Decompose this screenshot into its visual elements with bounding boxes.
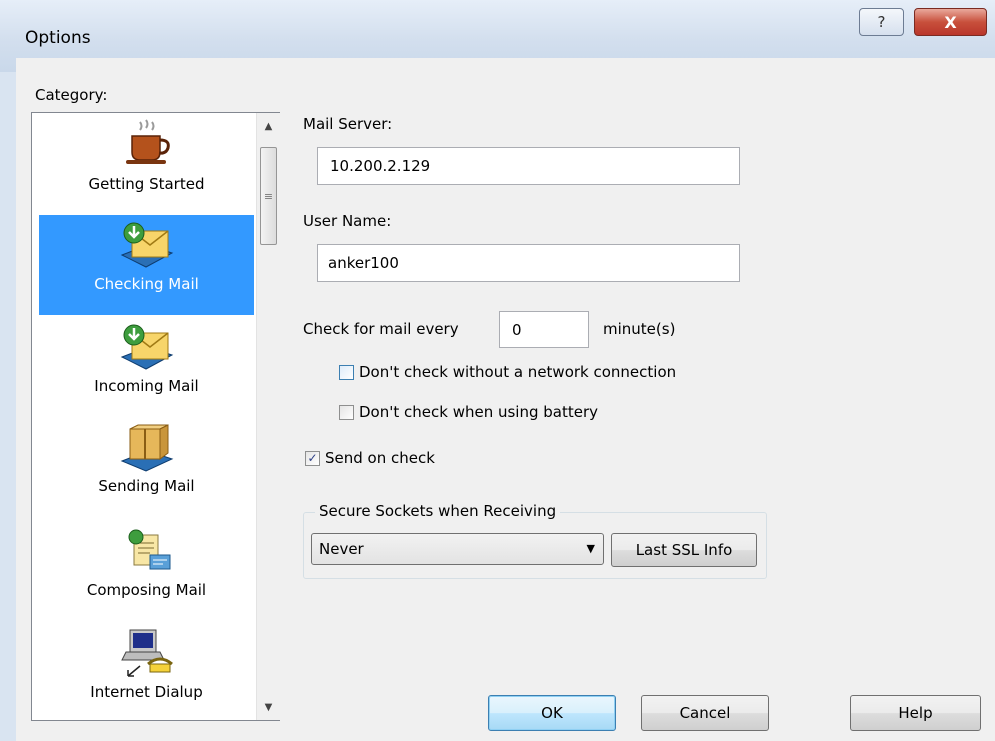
secure-sockets-dropdown[interactable]: Never ▼ [311,533,604,565]
scroll-down-arrow-icon[interactable]: ▼ [257,696,280,718]
category-item-label: Composing Mail [86,581,207,599]
no-network-checkbox-row[interactable]: Don't check without a network connection [339,363,676,381]
category-item-getting-started[interactable]: Getting Started [39,113,254,199]
options-dialog: Options ? X Category: Getting Started Ch… [0,0,995,741]
last-ssl-info-button[interactable]: Last SSL Info [611,533,757,567]
window-title: Options [25,28,91,48]
help-button[interactable]: Help [850,695,981,731]
coffee-cup-icon [119,117,175,167]
mail-server-label: Mail Server: [303,115,393,133]
category-item-label: Checking Mail [94,275,199,293]
mail-server-value: 10.200.2.129 [330,157,431,175]
dialup-computer-phone-icon [119,629,175,679]
check-mail-envelope-icon [119,221,175,271]
category-item-sending-mail[interactable]: Sending Mail [39,419,254,519]
category-scrollbar[interactable]: ▲ ≡ ▼ [256,113,280,720]
check-every-label: Check for mail every [303,320,459,338]
no-network-label: Don't check without a network connection [359,363,677,381]
user-name-label: User Name: [303,212,392,230]
scroll-up-arrow-icon[interactable]: ▲ [257,115,280,137]
category-item-label: Internet Dialup [90,683,203,701]
user-name-value: anker100 [328,254,399,272]
battery-checkbox-row[interactable]: Don't check when using battery [339,403,598,421]
ok-button[interactable]: OK [488,695,616,731]
send-on-check-checkbox-row[interactable]: ✓ Send on check [305,449,435,467]
battery-checkbox[interactable] [339,404,354,420]
grip-icon: ≡ [263,189,274,203]
help-question-button[interactable]: ? [859,8,904,36]
category-item-checking-mail[interactable]: Checking Mail [39,215,254,315]
category-label: Category: [35,86,108,104]
checkmark-icon: ✓ [307,451,318,465]
secure-sockets-selected: Never [319,540,364,558]
mail-server-input[interactable]: 10.200.2.129 [317,147,740,185]
scroll-thumb[interactable]: ≡ [260,147,277,245]
cancel-button[interactable]: Cancel [641,695,769,731]
send-on-check-checkbox[interactable]: ✓ [305,450,320,466]
category-item-label: Incoming Mail [94,377,199,395]
secure-sockets-group-title: Secure Sockets when Receiving [315,502,561,520]
minutes-unit-label: minute(s) [603,320,676,338]
sending-mail-package-icon [119,423,175,473]
category-item-composing-mail[interactable]: Composing Mail [39,521,254,621]
chevron-down-icon: ▼ [586,542,595,555]
check-interval-value: 0 [512,320,522,339]
category-item-label: Getting Started [88,175,205,193]
send-on-check-label: Send on check [325,449,435,467]
close-button[interactable]: X [914,8,987,36]
check-interval-input[interactable]: 0 [499,311,589,348]
user-name-input[interactable]: anker100 [317,244,740,282]
question-mark-icon: ? [877,13,886,31]
category-item-internet-dialup[interactable]: Internet Dialup [39,623,254,720]
battery-label: Don't check when using battery [359,403,599,421]
close-icon: X [944,12,957,32]
no-network-checkbox[interactable] [339,364,354,380]
incoming-mail-envelope-icon [119,323,175,373]
composing-mail-document-icon [119,527,175,577]
category-list[interactable]: Getting Started Checking Mail Incoming M… [31,112,280,721]
category-item-label: Sending Mail [98,477,195,495]
category-item-incoming-mail[interactable]: Incoming Mail [39,317,254,417]
